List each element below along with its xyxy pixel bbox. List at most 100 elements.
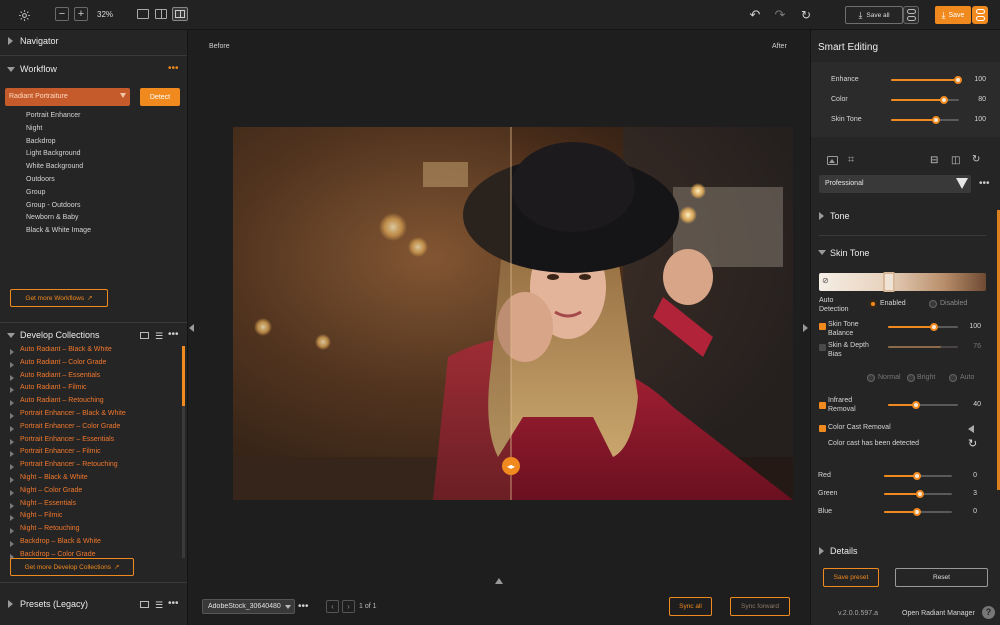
file-more-icon[interactable]: ••• bbox=[298, 601, 309, 612]
collection-item[interactable]: Night – Black & White bbox=[20, 474, 88, 481]
collection-item[interactable]: Portrait Enhancer – Color Grade bbox=[20, 423, 120, 430]
workflow-item[interactable]: Black & White Image bbox=[26, 227, 91, 234]
zoom-out-button[interactable]: − bbox=[55, 7, 69, 21]
filmstrip-toggle-icon[interactable] bbox=[495, 578, 503, 584]
bright-radio[interactable] bbox=[907, 374, 915, 382]
expand-arrow-icon[interactable] bbox=[10, 438, 14, 445]
previous-icon[interactable]: ‹ bbox=[326, 600, 339, 613]
skin-tone-balance-slider[interactable] bbox=[888, 323, 958, 331]
flip-horizontal-icon[interactable]: ◫ bbox=[951, 155, 960, 166]
skin-depth-bias-slider[interactable] bbox=[888, 346, 958, 348]
gear-icon[interactable] bbox=[17, 8, 31, 22]
preset-select[interactable]: Professional bbox=[819, 175, 971, 193]
expand-arrow-icon[interactable] bbox=[10, 451, 14, 458]
skin-tone-balance-checkbox[interactable] bbox=[819, 323, 826, 330]
undo-icon[interactable]: ↶ bbox=[748, 7, 762, 22]
slider-track[interactable] bbox=[891, 76, 962, 84]
eyedropper-off-icon[interactable]: ⊘ bbox=[822, 276, 833, 287]
expand-arrow-icon[interactable] bbox=[10, 502, 14, 509]
detect-button[interactable]: Detect bbox=[140, 88, 180, 106]
enabled-radio[interactable] bbox=[869, 300, 877, 308]
collection-item[interactable]: Auto Radiant – Color Grade bbox=[20, 359, 106, 366]
split-view-icon[interactable] bbox=[172, 7, 188, 21]
slider-knob[interactable] bbox=[931, 116, 940, 124]
save-all-button[interactable]: ⤓ Save all bbox=[845, 6, 903, 24]
expand-arrow-icon[interactable] bbox=[819, 212, 824, 220]
skin-tone-gradient[interactable]: ⊘ bbox=[819, 272, 986, 292]
expand-arrow-icon[interactable] bbox=[819, 547, 824, 555]
workflow-item[interactable]: Backdrop bbox=[26, 138, 56, 145]
expand-arrow-icon[interactable] bbox=[10, 374, 14, 381]
collection-item[interactable]: Portrait Enhancer – Retouching bbox=[20, 461, 118, 468]
redo-icon[interactable]: ↷ bbox=[773, 7, 787, 22]
refresh-icon[interactable]: ↻ bbox=[799, 8, 813, 22]
infrared-removal-checkbox[interactable] bbox=[819, 402, 826, 409]
infrared-removal-slider[interactable] bbox=[888, 401, 958, 409]
expand-arrow-icon[interactable] bbox=[10, 541, 14, 547]
photo-preview[interactable]: ◂▸ bbox=[233, 127, 793, 500]
slider-track[interactable] bbox=[884, 490, 952, 498]
zoom-in-button[interactable]: + bbox=[74, 7, 88, 21]
collection-item[interactable]: Portrait Enhancer – Black & White bbox=[20, 410, 126, 417]
workflow-title[interactable]: Workflow bbox=[20, 64, 57, 74]
get-more-collections-button[interactable]: Get more Develop Collections ↗ bbox=[10, 558, 134, 576]
expand-arrow-icon[interactable] bbox=[10, 425, 14, 432]
collection-item[interactable]: Backdrop – Color Grade bbox=[20, 551, 95, 558]
side-by-side-icon[interactable] bbox=[155, 9, 167, 19]
slider-knob[interactable] bbox=[913, 508, 921, 516]
image-icon[interactable] bbox=[827, 156, 838, 165]
workflow-select[interactable]: Radiant Portraiture bbox=[5, 88, 130, 106]
next-icon[interactable]: › bbox=[342, 600, 355, 613]
expand-arrow-icon[interactable] bbox=[10, 489, 14, 496]
tone-title[interactable]: Tone bbox=[830, 211, 850, 221]
collections-more-icon[interactable]: ••• bbox=[168, 329, 179, 340]
collection-item[interactable]: Auto Radiant – Black & White bbox=[20, 346, 112, 353]
filename-select[interactable]: AdobeStock_30640480 bbox=[202, 599, 295, 614]
expand-arrow-icon[interactable] bbox=[8, 600, 13, 608]
collection-item[interactable]: Auto Radiant – Essentials bbox=[20, 372, 100, 379]
slider-track[interactable] bbox=[891, 96, 959, 104]
slider-knob[interactable] bbox=[954, 76, 962, 84]
collection-item[interactable]: Portrait Enhancer – Essentials bbox=[20, 436, 114, 443]
split-handle[interactable]: ◂▸ bbox=[502, 457, 520, 475]
get-more-workflows-button[interactable]: Get more Workflows ↗ bbox=[10, 289, 108, 307]
skin-tone-title[interactable]: Skin Tone bbox=[830, 248, 869, 258]
presets-more-icon[interactable]: ••• bbox=[168, 598, 179, 609]
skin-tone-picker[interactable] bbox=[883, 272, 895, 292]
expand-arrow-icon[interactable] bbox=[10, 400, 14, 407]
workflow-item[interactable]: Group bbox=[26, 189, 45, 196]
expand-arrow-icon[interactable] bbox=[10, 515, 14, 522]
rotate-icon[interactable]: ↻ bbox=[972, 154, 980, 165]
workflow-item[interactable]: Newborn & Baby bbox=[26, 214, 79, 221]
grid-view-icon[interactable] bbox=[140, 332, 149, 339]
expand-arrow-icon[interactable] bbox=[10, 464, 14, 471]
flip-vertical-icon[interactable]: ⊟ bbox=[930, 155, 938, 166]
slider-track[interactable] bbox=[891, 116, 959, 124]
save-all-options-toggle[interactable] bbox=[903, 6, 919, 24]
workflow-item[interactable]: Group - Outdoors bbox=[26, 202, 80, 209]
develop-collections-title[interactable]: Develop Collections bbox=[20, 330, 100, 340]
collection-item[interactable]: Night – Retouching bbox=[20, 525, 80, 532]
workflow-item[interactable]: Outdoors bbox=[26, 176, 55, 183]
collapse-arrow-icon[interactable] bbox=[7, 67, 15, 72]
auto-radio[interactable] bbox=[949, 374, 957, 382]
slider-knob[interactable] bbox=[940, 96, 949, 104]
sync-all-button[interactable]: Sync all bbox=[669, 597, 712, 616]
refresh-icon[interactable]: ↻ bbox=[968, 437, 977, 450]
workflow-item[interactable]: White Background bbox=[26, 163, 83, 170]
collection-item[interactable]: Auto Radiant – Retouching bbox=[20, 397, 104, 404]
presets-title[interactable]: Presets (Legacy) bbox=[20, 599, 88, 609]
slider-knob[interactable] bbox=[916, 490, 925, 498]
expand-arrow-icon[interactable] bbox=[10, 387, 14, 394]
slider-track[interactable] bbox=[884, 508, 952, 516]
preset-more-icon[interactable]: ••• bbox=[979, 178, 990, 189]
collapse-left-icon[interactable] bbox=[189, 324, 194, 332]
collapse-right-icon[interactable] bbox=[803, 324, 808, 332]
save-button[interactable]: ⤓ Save bbox=[935, 6, 971, 24]
collapse-left-icon[interactable] bbox=[968, 425, 974, 433]
collection-scrollbar[interactable] bbox=[182, 346, 185, 558]
collapse-arrow-icon[interactable] bbox=[818, 250, 826, 255]
expand-arrow-icon[interactable] bbox=[10, 413, 14, 419]
collapse-arrow-icon[interactable] bbox=[7, 333, 15, 338]
grid-view-icon[interactable] bbox=[140, 601, 149, 608]
